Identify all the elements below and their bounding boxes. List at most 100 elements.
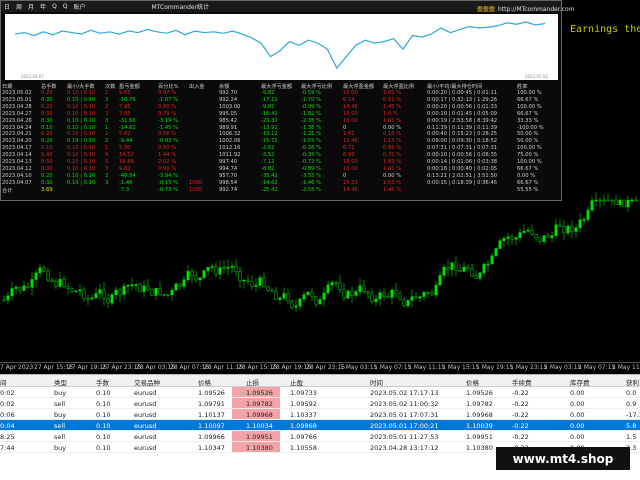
stats-cell: 5 (105, 159, 109, 165)
stats-cell: 0.30 (41, 179, 53, 186)
candle-body (2, 299, 6, 302)
stats-cell: 0.97 % (158, 90, 177, 96)
trade-cell: -0.22 (512, 388, 529, 397)
candle-body (358, 285, 362, 292)
stats-cell: 4 (105, 152, 109, 159)
trades-header-cell[interactable]: 价格 (466, 377, 479, 387)
stats-cell: 18.00 (343, 159, 358, 165)
toolbar-year[interactable]: 年 (40, 2, 46, 11)
stats-row: 2023.05.01 0.30 0.10 | 0.10 3 -10.76 -1.07 % 9… (1, 97, 563, 103)
stats-cell: 0:00:18 | 0:00:40 | 0:02:05 (427, 165, 498, 172)
stats-cell: 100.00 % (517, 145, 542, 152)
stats-cell: 0.71 % (383, 152, 402, 159)
stats-cell: -1.07 % (158, 96, 179, 103)
candle-body (94, 293, 98, 299)
trades-header-cell[interactable]: 时间 (370, 377, 383, 387)
trade-row[interactable]: 0:02 sell 0.10 eurusd 1.09791 1.09782 1.09592 2… (0, 398, 640, 409)
stats-row: 2023.04.20 0.20 0.10 | 0.10 2 -9.44 -0.93 % 10… (1, 138, 563, 144)
trade-cell: -0.22 (512, 432, 529, 441)
toolbar-week[interactable]: 周 (16, 2, 22, 11)
candle-body (134, 284, 138, 286)
stats-cell: 0.00 % (383, 124, 402, 131)
stats-cell: -3.55 % (301, 172, 322, 179)
stats-cell: 0.30 (41, 117, 53, 124)
stats-cell: 最大浮盈比例 (383, 84, 415, 90)
candle-body (162, 294, 166, 296)
stats-cell: -2.55 % (301, 186, 322, 193)
candle-body (550, 235, 554, 238)
brand-logo[interactable]: 盈盈盈 http://MTcommander.com (477, 4, 575, 13)
candle-body (494, 248, 498, 257)
time-tick: 1 May 19:15 (476, 364, 514, 371)
stats-cell: 1.01 % (383, 165, 402, 172)
stats-cell: -2.35 % (301, 117, 322, 124)
toolbar-month[interactable]: 月 (28, 2, 34, 11)
trade-cell: sell (54, 432, 65, 441)
stats-cell: 2023.04.26 (2, 117, 32, 124)
earnings-label: Earnings the c (570, 24, 640, 35)
toolbar-account[interactable]: 账户 (74, 2, 86, 11)
candle-body (158, 287, 162, 295)
stats-cell: 992.74 (219, 186, 238, 193)
stats-cell: 1 (105, 145, 109, 152)
trades-header-cell[interactable]: 获利 (626, 377, 639, 387)
trade-row[interactable]: 0:04 sell 0.10 eurusd 1.10097 1.10034 1.09868 2… (0, 420, 640, 431)
stats-cell: 0.10 (41, 145, 53, 152)
stats-cell: -0.72 % (301, 159, 322, 165)
candle-body (238, 271, 242, 282)
candle-body (186, 270, 190, 280)
stats-cell: 2023.04.20 (2, 138, 32, 145)
trade-cell: 1.10558 (290, 443, 317, 452)
trade-cell: 0.10 (96, 432, 111, 441)
candle-body (626, 199, 630, 208)
stats-cell: 1.0 % (383, 110, 398, 117)
stats-cell: -35.42 (261, 172, 278, 179)
toolbar-q1[interactable]: Q (52, 3, 57, 10)
trade-cell: eurusd (134, 432, 157, 441)
trade-cell: eurusd (134, 399, 157, 408)
candle-body (254, 285, 258, 287)
stats-cell: 50.00 % (517, 138, 539, 145)
trades-header-cell[interactable]: 库存费 (570, 377, 590, 387)
trades-header-cell[interactable]: 手续费 (512, 377, 532, 387)
trades-header-cell[interactable]: 手数 (96, 377, 109, 387)
trades-header-cell[interactable]: 价格 (198, 377, 211, 387)
stats-cell: 3 (105, 96, 109, 103)
candle-body (634, 199, 638, 202)
toolbar-day[interactable]: 日 (4, 2, 10, 11)
stats-cell: 出入金 (189, 84, 205, 90)
stats-row: 2023.04.13 0.50 0.10 | 0.10 5 19.88 2.02 % 997… (1, 159, 563, 165)
candle-body (466, 266, 470, 269)
candle-body (10, 288, 14, 297)
trades-header-cell[interactable]: 止盈 (290, 377, 303, 387)
trade-cell: 2023.05.01 17:00:21 (370, 421, 439, 430)
trade-cell: 1.09526 (232, 387, 280, 397)
candle-body (30, 279, 34, 288)
trade-row[interactable]: 8:25 sell 0.10 eurusd 1.09966 1.09951 1.09766 2… (0, 431, 640, 442)
stats-cell: 14.46 (343, 186, 358, 193)
stats-row: 2023.04.17 0.10 0.10 | 0.10 1 5.00 0.50 % 1012… (1, 145, 563, 151)
stats-cell: -25.42 (261, 186, 278, 193)
candle-body (262, 277, 266, 288)
stats-cell: 3.69 (41, 186, 53, 193)
trade-cell: 1.09868 (290, 421, 317, 430)
trade-row[interactable]: 0:02 buy 0.10 eurusd 1.09526 1.09526 1.09733 20… (0, 387, 640, 398)
stats-cell: 1003.00 (219, 103, 241, 110)
candle-body (378, 292, 382, 300)
trades-header-cell[interactable]: 类型 (54, 377, 67, 387)
candle-body (130, 284, 134, 286)
trade-row[interactable]: 0:06 buy 0.10 eurusd 1.10137 1.09968 1.10337 20… (0, 409, 640, 420)
trades-header-cell[interactable]: 交易品种 (134, 377, 160, 387)
stats-cell: 66.67 % (517, 179, 539, 186)
brand-name: 盈盈盈 (477, 6, 496, 13)
toolbar-q2[interactable]: Q (63, 3, 68, 10)
stats-row: 2023.04.24 0.10 0.10 | 0.10 1 -14.62 -1.45 % 9… (1, 125, 563, 131)
candle-body (566, 225, 570, 234)
trades-header-cell[interactable]: 间 (0, 377, 7, 387)
candle-body (438, 275, 442, 286)
time-tick: 2 May 03:15 (544, 364, 582, 371)
stats-cell: 7.95 (119, 103, 131, 110)
trade-cell: -0.22 (512, 410, 529, 419)
stats-cell: 0:00:20 | 0:00:45 | 0:01:11 (427, 90, 498, 96)
trades-header-cell[interactable]: 止损 (246, 377, 259, 387)
